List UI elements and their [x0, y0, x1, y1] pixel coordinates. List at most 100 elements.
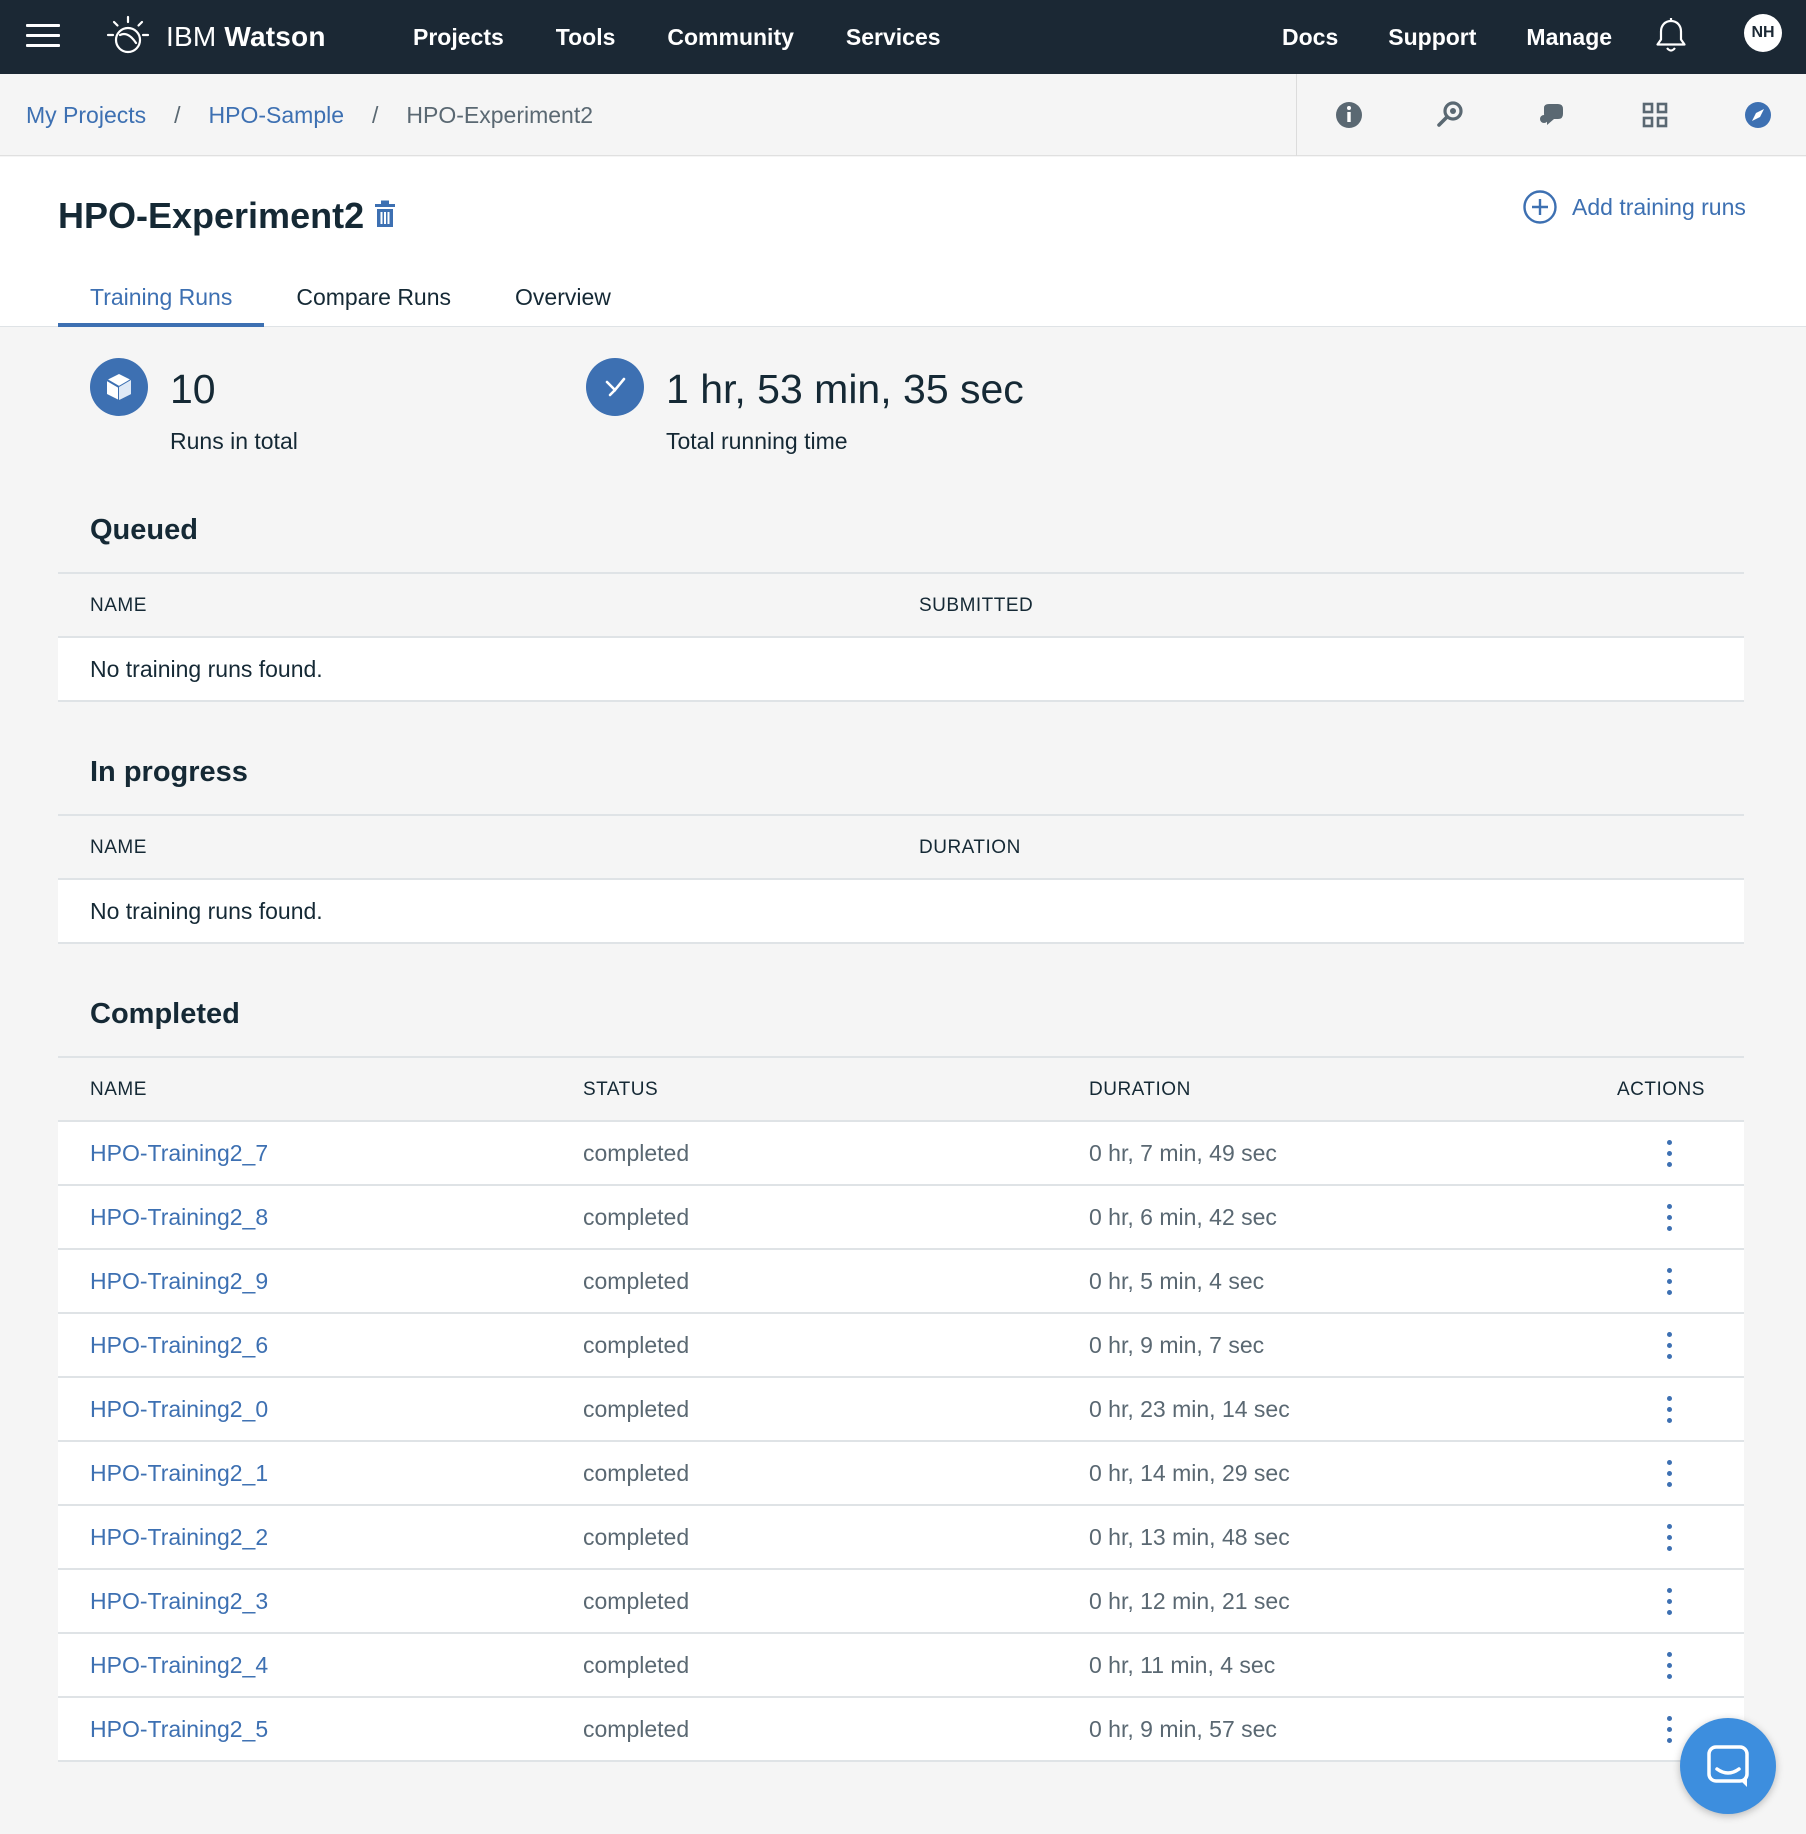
running-time-value: 1 hr, 53 min, 35 sec [666, 366, 1024, 412]
run-duration: 0 hr, 5 min, 4 sec [1089, 1267, 1265, 1294]
overflow-menu-icon[interactable] [1649, 1122, 1689, 1184]
breadcrumb-hpo-sample[interactable]: HPO-Sample [209, 102, 344, 129]
table-row: No training runs found. [58, 880, 1744, 944]
chat-bubble-icon[interactable] [1534, 97, 1570, 133]
run-status: completed [583, 1395, 690, 1422]
overflow-menu-icon[interactable] [1649, 1314, 1689, 1376]
run-name-link[interactable]: HPO-Training2_7 [90, 1122, 268, 1184]
run-duration: 0 hr, 13 min, 48 sec [1089, 1523, 1290, 1550]
overflow-menu-icon[interactable] [1649, 1570, 1689, 1632]
table-row: No training runs found. [58, 638, 1744, 702]
table-row: HPO-Training2_7 completed 0 hr, 7 min, 4… [58, 1122, 1744, 1186]
page-title: HPO-Experiment2 [58, 195, 365, 236]
column-header-actions: ACTIONS [1617, 1079, 1705, 1100]
run-duration: 0 hr, 6 min, 42 sec [1089, 1203, 1277, 1230]
toolbar-divider [1296, 74, 1297, 156]
column-header-status: STATUS [583, 1079, 659, 1100]
add-circle-icon [1523, 190, 1557, 224]
run-name-link[interactable]: HPO-Training2_0 [90, 1378, 268, 1440]
overflow-menu-icon[interactable] [1649, 1442, 1689, 1504]
tab-training-runs[interactable]: Training Runs [58, 267, 265, 327]
table-row: HPO-Training2_3 completed 0 hr, 12 min, … [58, 1570, 1744, 1634]
brand[interactable]: IBM Watson [104, 12, 326, 62]
run-status: completed [583, 1651, 690, 1678]
avatar[interactable]: NH [1744, 14, 1782, 52]
completed-table: NAME STATUS DURATION ACTIONS HPO-Trainin… [58, 1056, 1744, 1762]
breadcrumb-bar: My Projects / HPO-Sample / HPO-Experimen… [0, 74, 1806, 156]
run-name-link[interactable]: HPO-Training2_3 [90, 1570, 268, 1632]
nav-manage[interactable]: Manage [1526, 24, 1612, 51]
chat-icon [1707, 1745, 1749, 1787]
column-header-duration: DURATION [919, 837, 1021, 858]
add-training-runs-button[interactable]: Add training runs [1522, 187, 1746, 227]
overflow-menu-icon[interactable] [1649, 1378, 1689, 1440]
in-progress-title: In progress [90, 756, 248, 788]
run-name-link[interactable]: HPO-Training2_1 [90, 1442, 268, 1504]
table-row: HPO-Training2_8 completed 0 hr, 6 min, 4… [58, 1186, 1744, 1250]
run-duration: 0 hr, 14 min, 29 sec [1089, 1459, 1290, 1486]
tab-bar: Training Runs Compare Runs Overview [58, 267, 643, 327]
menu-icon[interactable] [26, 22, 60, 48]
tab-overview[interactable]: Overview [483, 267, 643, 327]
run-name-link[interactable]: HPO-Training2_9 [90, 1250, 268, 1312]
overflow-menu-icon[interactable] [1649, 1186, 1689, 1248]
info-icon[interactable] [1331, 97, 1367, 133]
overflow-menu-icon[interactable] [1649, 1634, 1689, 1696]
grid-icon[interactable] [1637, 97, 1673, 133]
run-name-link[interactable]: HPO-Training2_6 [90, 1314, 268, 1376]
table-header: NAME STATUS DURATION ACTIONS [58, 1058, 1744, 1122]
table-row: HPO-Training2_5 completed 0 hr, 9 min, 5… [58, 1698, 1744, 1762]
notification-bell-icon[interactable] [1654, 16, 1688, 56]
run-status: completed [583, 1587, 690, 1614]
queued-table: NAME SUBMITTED No training runs found. [58, 572, 1744, 702]
nav-docs[interactable]: Docs [1282, 24, 1338, 51]
run-status: completed [583, 1203, 690, 1230]
run-duration: 0 hr, 11 min, 4 sec [1089, 1651, 1276, 1678]
breadcrumb-my-projects[interactable]: My Projects [26, 102, 146, 129]
run-duration: 0 hr, 9 min, 7 sec [1089, 1331, 1265, 1358]
nav-support[interactable]: Support [1388, 24, 1476, 51]
column-header-submitted: SUBMITTED [919, 595, 1034, 616]
run-status: completed [583, 1139, 690, 1166]
add-training-runs-label: Add training runs [1572, 193, 1746, 220]
table-header: NAME SUBMITTED [58, 574, 1744, 638]
nav-services[interactable]: Services [846, 24, 941, 51]
compass-icon[interactable] [1740, 97, 1776, 133]
watson-logo-icon [106, 15, 150, 54]
in-progress-table: NAME DURATION No training runs found. [58, 814, 1744, 944]
column-header-name: NAME [90, 595, 147, 616]
run-status: completed [583, 1267, 690, 1294]
table-row: HPO-Training2_2 completed 0 hr, 13 min, … [58, 1506, 1744, 1570]
nav-community[interactable]: Community [667, 24, 794, 51]
search-asset-icon[interactable] [1433, 97, 1469, 133]
run-status: completed [583, 1715, 690, 1742]
nav-projects[interactable]: Projects [413, 24, 504, 51]
table-row: HPO-Training2_0 completed 0 hr, 23 min, … [58, 1378, 1744, 1442]
chat-launcher-button[interactable] [1680, 1718, 1776, 1814]
column-header-name: NAME [90, 1079, 147, 1100]
running-time-label: Total running time [666, 428, 848, 454]
column-header-name: NAME [90, 837, 147, 858]
run-status: completed [583, 1331, 690, 1358]
run-duration: 0 hr, 7 min, 49 sec [1089, 1139, 1277, 1166]
nav-tools[interactable]: Tools [556, 24, 616, 51]
primary-nav: Projects Tools Community Services [413, 0, 941, 74]
empty-message: No training runs found. [90, 655, 323, 682]
top-nav: IBM Watson Projects Tools Community Serv… [0, 0, 1806, 74]
breadcrumb: My Projects / HPO-Sample / HPO-Experimen… [26, 74, 593, 156]
run-name-link[interactable]: HPO-Training2_5 [90, 1698, 268, 1760]
run-duration: 0 hr, 23 min, 14 sec [1089, 1395, 1290, 1422]
table-row: HPO-Training2_6 completed 0 hr, 9 min, 7… [58, 1314, 1744, 1378]
queued-title: Queued [90, 514, 198, 546]
tab-compare-runs[interactable]: Compare Runs [264, 267, 483, 327]
overflow-menu-icon[interactable] [1649, 1506, 1689, 1568]
overflow-menu-icon[interactable] [1649, 1250, 1689, 1312]
run-name-link[interactable]: HPO-Training2_2 [90, 1506, 268, 1568]
trash-icon[interactable] [372, 199, 398, 229]
runs-total-label: Runs in total [170, 428, 298, 454]
run-name-link[interactable]: HPO-Training2_8 [90, 1186, 268, 1248]
run-name-link[interactable]: HPO-Training2_4 [90, 1634, 268, 1696]
table-row: HPO-Training2_4 completed 0 hr, 11 min, … [58, 1634, 1744, 1698]
run-duration: 0 hr, 9 min, 57 sec [1089, 1715, 1277, 1742]
clock-icon [586, 358, 644, 416]
